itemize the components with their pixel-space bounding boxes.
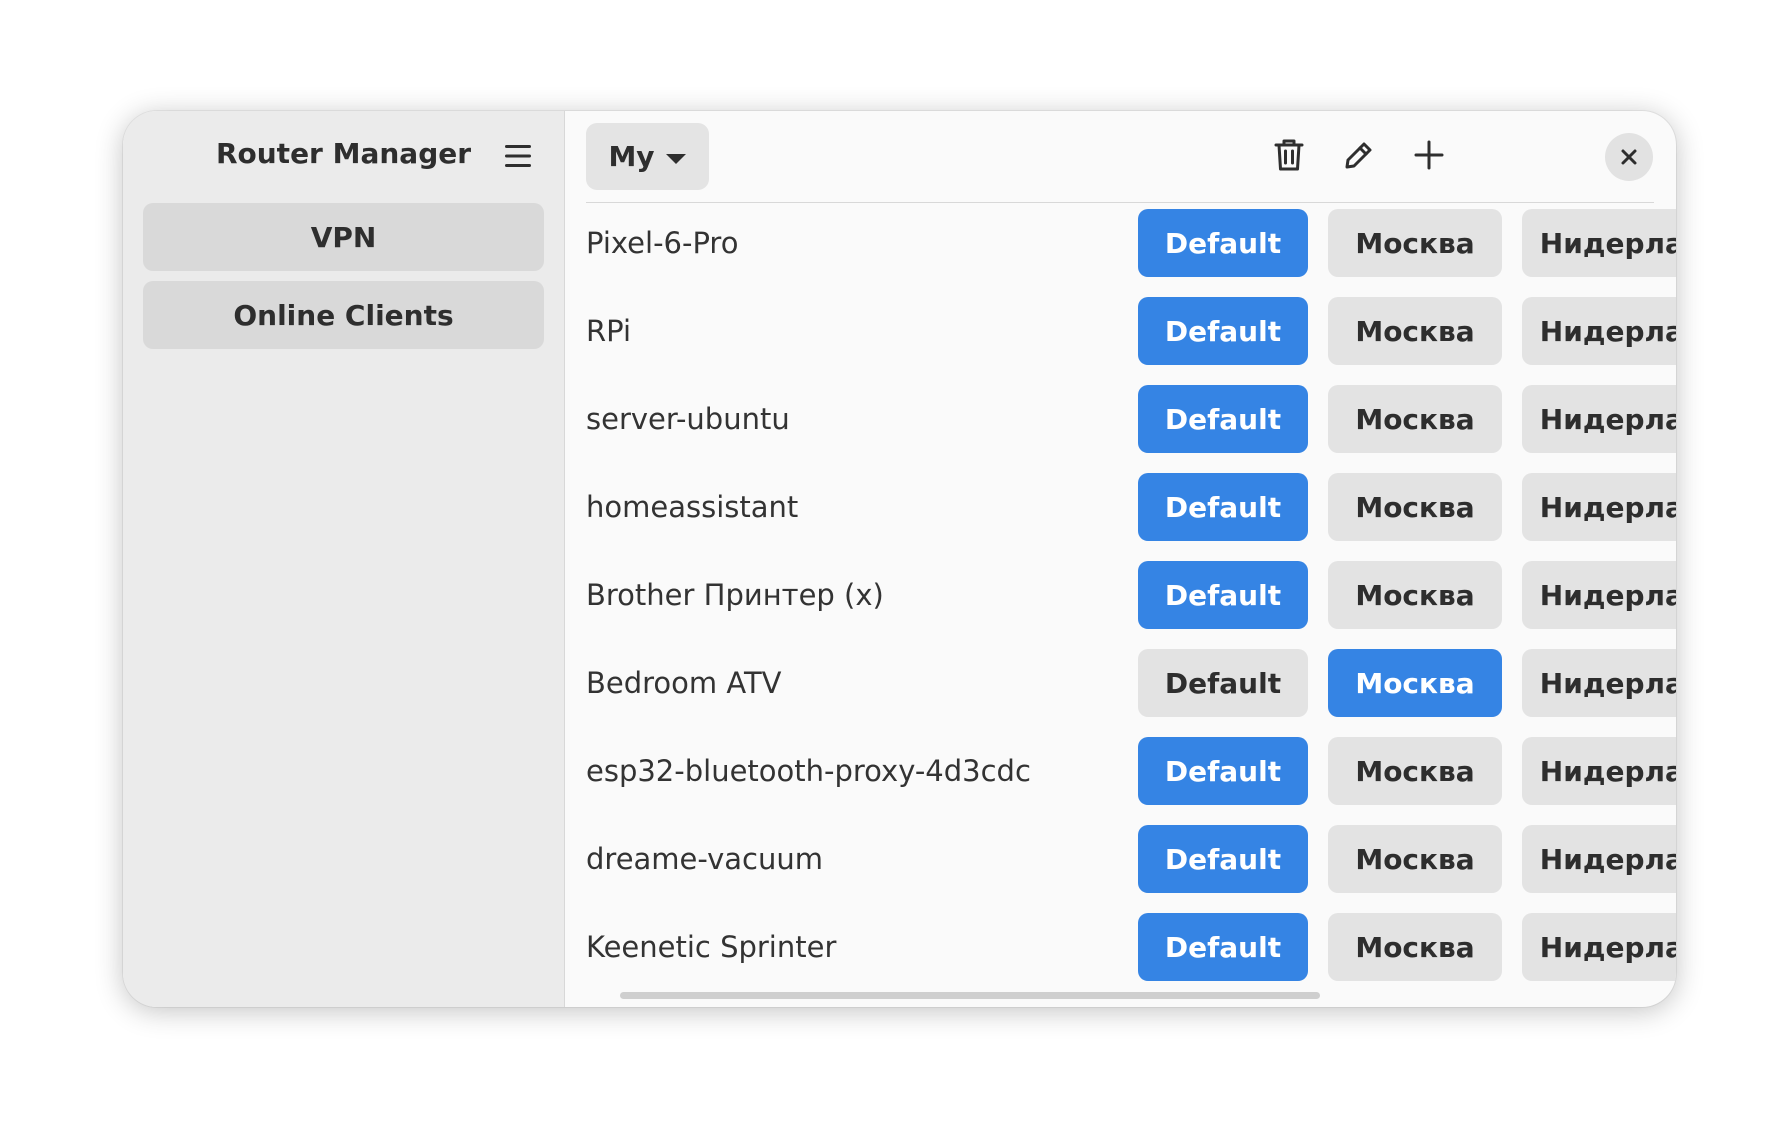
option-moscow-button[interactable]: Москва xyxy=(1328,913,1502,981)
client-row: Brother Принтер (x) Default Москва Нидерлан… xyxy=(565,561,1676,629)
client-row: Bedroom ATV Default Москва Нидерланды xyxy=(565,649,1676,717)
option-moscow-button[interactable]: Москва xyxy=(1328,297,1502,365)
plus-icon[interactable] xyxy=(1405,131,1453,179)
option-default-button[interactable]: Default xyxy=(1138,297,1308,365)
header-separator xyxy=(586,202,1654,203)
option-default-button[interactable]: Default xyxy=(1138,649,1308,717)
option-moscow-button[interactable]: Москва xyxy=(1328,737,1502,805)
profile-dropdown-label: My xyxy=(608,140,655,173)
option-netherlands-button[interactable]: Нидерланды xyxy=(1522,385,1676,453)
client-name: dreame-vacuum xyxy=(586,842,823,876)
option-default-button[interactable]: Default xyxy=(1138,561,1308,629)
client-row: homeassistant Default Москва Нидерланды xyxy=(565,473,1676,541)
horizontal-scrollbar[interactable] xyxy=(620,992,1320,999)
option-netherlands-button[interactable]: Нидерланды xyxy=(1522,473,1676,541)
option-default-button[interactable]: Default xyxy=(1138,385,1308,453)
client-name: server-ubuntu xyxy=(586,402,790,436)
option-netherlands-button[interactable]: Нидерланды xyxy=(1522,913,1676,981)
client-name: RPi xyxy=(586,314,632,348)
option-moscow-button[interactable]: Москва xyxy=(1328,561,1502,629)
app-title: Router Manager xyxy=(215,137,472,170)
client-row: Pixel-6-Pro Default Москва Нидерланды xyxy=(565,209,1676,277)
main-content: My Pixel-6-Pro Default Москва Нидерла RP… xyxy=(565,111,1676,1007)
client-name: esp32-bluetooth-proxy-4d3cdc xyxy=(586,754,1031,788)
caret-down-icon xyxy=(665,140,687,173)
sidebar-item-vpn[interactable]: VPN xyxy=(143,203,544,271)
option-netherlands-button[interactable]: Нидерланды xyxy=(1522,561,1676,629)
client-row: esp32-bluetooth-proxy-4d3cdc Default Москв… xyxy=(565,737,1676,805)
option-moscow-button[interactable]: Москва xyxy=(1328,649,1502,717)
option-default-button[interactable]: Default xyxy=(1138,737,1308,805)
client-name: Brother Принтер (x) xyxy=(586,578,884,612)
profile-dropdown[interactable]: My xyxy=(586,123,709,190)
client-row: dreame-vacuum Default Москва Нидерланды xyxy=(565,825,1676,893)
client-name: Keenetic Sprinter xyxy=(586,930,837,964)
client-row: RPi Default Москва Нидерланды xyxy=(565,297,1676,365)
option-moscow-button[interactable]: Москва xyxy=(1328,473,1502,541)
pencil-icon[interactable] xyxy=(1335,131,1383,179)
sidebar-item-online-clients[interactable]: Online Clients xyxy=(143,281,544,349)
close-button[interactable] xyxy=(1605,133,1653,181)
option-netherlands-button[interactable]: Нидерланды xyxy=(1522,209,1676,277)
option-netherlands-button[interactable]: Нидерланды xyxy=(1522,737,1676,805)
option-netherlands-button[interactable]: Нидерланды xyxy=(1522,297,1676,365)
option-default-button[interactable]: Default xyxy=(1138,209,1308,277)
hamburger-menu-icon[interactable] xyxy=(503,141,533,171)
option-default-button[interactable]: Default xyxy=(1138,825,1308,893)
option-netherlands-button[interactable]: Нидерланды xyxy=(1522,825,1676,893)
option-moscow-button[interactable]: Москва xyxy=(1328,385,1502,453)
app-window: Router Manager VPN Online Clients My Pix… xyxy=(123,111,1676,1007)
client-row: Keenetic Sprinter Default Москва Нидерланды xyxy=(565,913,1676,981)
option-default-button[interactable]: Default xyxy=(1138,473,1308,541)
option-moscow-button[interactable]: Москва xyxy=(1328,825,1502,893)
trash-icon[interactable] xyxy=(1265,131,1313,179)
client-name: Pixel-6-Pro xyxy=(586,226,739,260)
client-row: server-ubuntu Default Москва Нидерланды xyxy=(565,385,1676,453)
option-default-button[interactable]: Default xyxy=(1138,913,1308,981)
option-netherlands-button[interactable]: Нидерланды xyxy=(1522,649,1676,717)
client-list: Pixel-6-Pro Default Москва Нидерланды RPi Def… xyxy=(565,209,1676,999)
client-name: homeassistant xyxy=(586,490,799,524)
client-name: Bedroom ATV xyxy=(586,666,782,700)
sidebar: Router Manager VPN Online Clients xyxy=(123,111,565,1007)
option-moscow-button[interactable]: Москва xyxy=(1328,209,1502,277)
close-icon xyxy=(1621,149,1637,165)
